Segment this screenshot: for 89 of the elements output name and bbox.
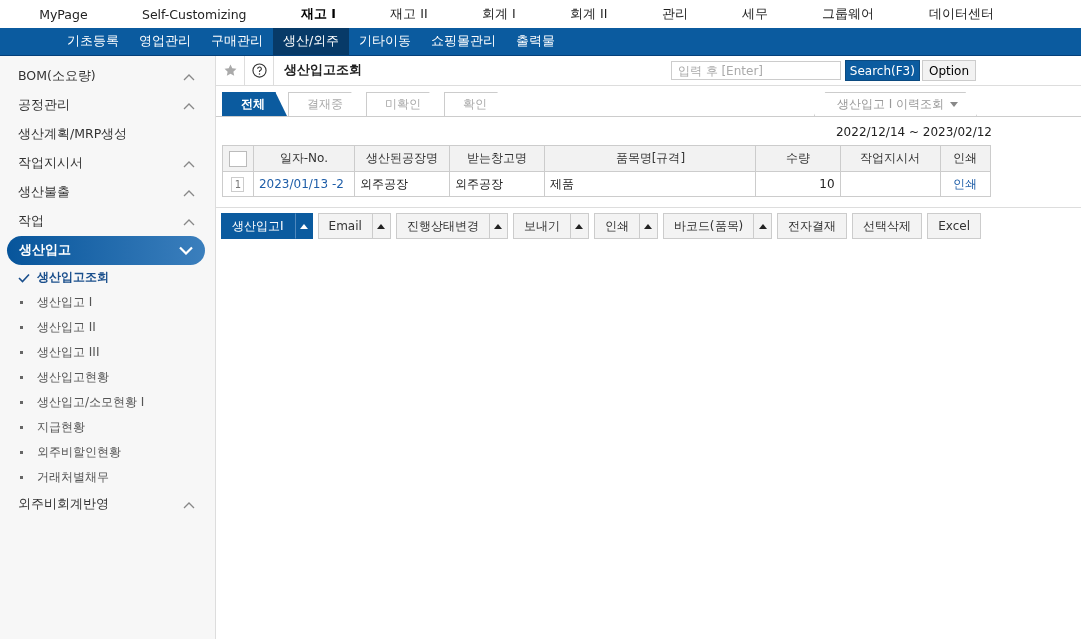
bullet-icon — [20, 476, 23, 479]
table-cell: 제품 — [544, 171, 756, 197]
caret-up-icon — [644, 223, 653, 229]
chevron-up-icon — [183, 101, 195, 110]
select-all-checkbox[interactable] — [228, 150, 247, 167]
bullet-icon — [20, 326, 23, 329]
top-menu-item[interactable]: 재고 I — [294, 1, 342, 27]
top-menu-item[interactable]: 데이터센터 — [922, 1, 1000, 27]
chevron-up-icon — [183, 500, 195, 509]
search-field[interactable]: 입력 후 [Enter] — [670, 61, 841, 80]
sidebar-item[interactable]: 외주비회계반영 — [0, 490, 215, 519]
bullet-icon — [20, 401, 23, 404]
chevron-down-icon — [179, 246, 193, 255]
top-menu-item[interactable]: 세무 — [736, 1, 774, 27]
bullet-icon — [20, 451, 23, 454]
table-link[interactable]: 2023/01/13 -2 — [253, 171, 355, 197]
column-header: 일자-No. — [253, 145, 355, 172]
bullet-icon — [20, 426, 23, 429]
tab[interactable]: 전체 — [222, 92, 287, 116]
sub-menu-item[interactable]: 기초등록 — [57, 28, 129, 55]
table-cell: 외주공장 — [354, 171, 450, 197]
sidebar-subitem[interactable]: 지급현황 — [0, 415, 215, 440]
chevron-up-icon — [183, 188, 195, 197]
caret-icon — [950, 102, 958, 107]
sidebar-item[interactable]: 생산계획/MRP생성 — [0, 120, 215, 149]
row-number: 1 — [231, 176, 245, 192]
sidebar-subitem[interactable]: 생산입고 II — [0, 315, 215, 340]
caret-up-icon — [299, 223, 308, 229]
option-button[interactable]: Option — [921, 60, 976, 81]
sidebar-item[interactable]: 생산불출 — [0, 178, 215, 207]
top-menu-item[interactable]: 회계 II — [563, 1, 614, 27]
top-menu-item[interactable]: 재고 II — [384, 1, 434, 27]
action-button[interactable]: 바코드(품목) — [662, 213, 755, 239]
action-button[interactable]: 전자결재 — [777, 213, 848, 239]
column-header: 받는창고명 — [449, 145, 545, 172]
sidebar-subitem[interactable]: 거래처별채무 — [0, 465, 215, 490]
column-header: 인쇄 — [940, 145, 991, 172]
caret-up-icon — [758, 223, 767, 229]
sub-menu-item[interactable]: 영업관리 — [129, 28, 201, 55]
top-menu-item[interactable]: 그룹웨어 — [816, 1, 881, 27]
table-cell: 외주공장 — [449, 171, 545, 197]
sidebar-item[interactable]: 공정관리 — [0, 91, 215, 120]
top-menu-item[interactable]: 관리 — [655, 1, 694, 27]
column-header: 품목명[규격] — [544, 145, 756, 172]
chevron-up-icon — [183, 159, 195, 168]
help-icon[interactable] — [251, 63, 267, 78]
top-menu-item[interactable]: 회계 I — [475, 1, 522, 27]
bullet-icon — [20, 301, 23, 304]
sidebar-subitem[interactable]: 생산입고 I — [0, 290, 215, 315]
sidebar-subitem[interactable]: 생산입고 III — [0, 340, 215, 365]
sidebar-item[interactable]: BOM(소요량) — [0, 62, 215, 91]
sidebar-item[interactable]: 작업 — [0, 207, 215, 236]
sub-menu-item[interactable]: 기타이동 — [349, 28, 422, 55]
chevron-up-icon — [183, 217, 195, 226]
action-button[interactable]: Excel — [927, 213, 981, 239]
sidebar-subitem[interactable]: 생산입고현황 — [0, 365, 215, 390]
caret-up-icon — [575, 223, 584, 229]
sidebar-subitem[interactable]: 생산입고/소모현황 I — [0, 390, 215, 415]
sidebar-item[interactable]: 작업지시서 — [0, 149, 215, 178]
action-button[interactable]: Email — [317, 213, 373, 239]
action-button[interactable]: 선택삭제 — [852, 213, 923, 239]
top-menu-item[interactable]: Self-Customizing — [135, 2, 253, 26]
sidebar-item[interactable]: 생산입고 — [7, 236, 205, 265]
action-button[interactable]: 생산입고I — [221, 213, 295, 239]
date-range: 2022/12/14 ~ 2023/02/12 — [835, 124, 993, 141]
search-button[interactable]: Search(F3) — [844, 60, 920, 81]
column-header: 작업지시서 — [840, 145, 941, 172]
sub-menu-item[interactable]: 출력물 — [506, 28, 566, 55]
top-menu-item[interactable]: MyPage — [33, 2, 94, 26]
caret-up-icon — [494, 223, 503, 229]
table-cell: 10 — [755, 171, 841, 197]
sidebar-subitem[interactable]: 외주비할인현황 — [0, 440, 215, 465]
sub-menu-item[interactable]: 구매관리 — [201, 28, 273, 55]
column-header: 수량 — [755, 145, 841, 172]
action-button[interactable]: 진행상태변경 — [395, 213, 490, 239]
check-icon — [18, 272, 30, 283]
chevron-up-icon — [183, 72, 195, 81]
column-header: 생산된공장명 — [354, 145, 450, 172]
star-icon[interactable] — [223, 64, 237, 77]
bullet-icon — [20, 376, 23, 379]
table-link[interactable]: 인쇄 — [940, 171, 991, 197]
page-title: 생산입고조회 — [284, 62, 363, 79]
bullet-icon — [20, 351, 23, 354]
caret-up-icon — [377, 223, 386, 229]
action-button[interactable]: 보내기 — [512, 213, 571, 239]
sidebar-subitem[interactable]: 생산입고조회 — [0, 265, 215, 290]
sub-menu-item[interactable]: 생산/외주 — [273, 28, 350, 55]
action-button[interactable]: 인쇄 — [593, 213, 640, 239]
sub-menu-item[interactable]: 쇼핑몰관리 — [421, 28, 507, 55]
